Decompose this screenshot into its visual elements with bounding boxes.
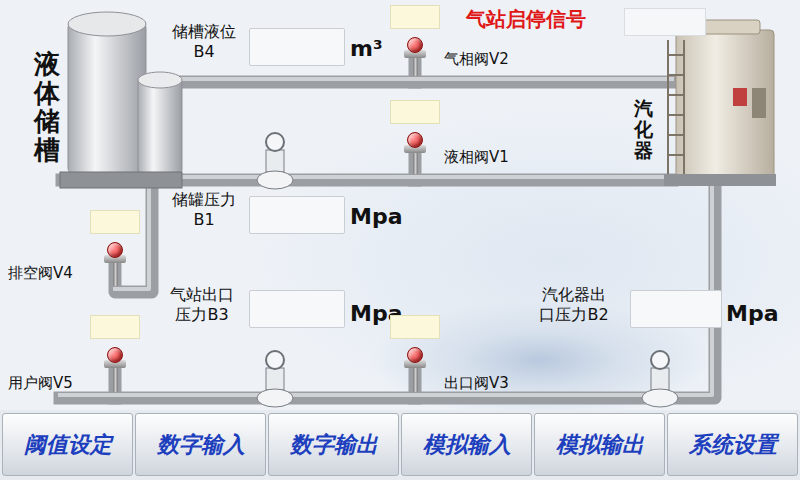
pipes — [60, 62, 715, 398]
reading-label-line: 压力B3 — [156, 305, 248, 325]
reading-label-line: B1 — [160, 210, 248, 230]
reading-field — [249, 196, 345, 234]
reading-label: 储槽液位B4 — [160, 22, 248, 62]
reading-unit: m³ — [350, 32, 383, 65]
reading-unit: Mpa — [726, 297, 779, 330]
reading-label: 汽化器出口压力B2 — [522, 285, 626, 325]
flow-meter-icon — [642, 351, 678, 407]
nav-button-label: 模拟输出 — [556, 428, 644, 461]
valve-indicator[interactable] — [407, 37, 423, 53]
valve-status-box — [390, 315, 440, 339]
reading-label-line: 气站出口 — [156, 285, 248, 305]
reading-label-line: 储槽液位 — [160, 22, 248, 42]
nav-button-label: 系统设置 — [689, 428, 777, 461]
hmi-screen: 液体储槽 汽化器 气站启停信号储槽液位B4 m³ 储罐压力B1 Mpa 气站出口压力B3 Mp… — [0, 0, 800, 480]
start-stop-signal-label: 气站启停信号 — [466, 4, 586, 34]
reading-label-line: 汽化器出 — [522, 285, 626, 305]
valve-status-box — [90, 315, 140, 339]
valve-indicator[interactable] — [107, 242, 123, 258]
nav-button[interactable]: 模拟输出 — [534, 413, 665, 476]
flow-meter-icon — [257, 133, 293, 189]
nav-button-label: 数字输出 — [290, 428, 378, 461]
valve-status-box — [90, 210, 140, 234]
reading-unit: Mpa — [350, 200, 403, 233]
tank-label: 液体储槽 — [34, 50, 60, 164]
reading-label-line: 储罐压力 — [160, 190, 248, 210]
reading-field — [249, 290, 345, 328]
reading-field — [249, 28, 345, 66]
reading-label: 气站出口压力B3 — [156, 285, 248, 325]
valve-indicator[interactable] — [407, 132, 423, 148]
reading-label-line: 口压力B2 — [522, 305, 626, 325]
nav-button-label: 模拟输入 — [423, 428, 511, 461]
valve-indicator[interactable] — [107, 347, 123, 363]
nav-button[interactable]: 阈值设定 — [2, 413, 133, 476]
flow-meter-icon — [257, 351, 293, 407]
vaporizer-label: 汽化器 — [634, 98, 653, 161]
reading-label-line: B4 — [160, 42, 248, 62]
nav-button[interactable]: 数字输出 — [268, 413, 399, 476]
reading-field — [630, 290, 722, 328]
start-stop-signal-field — [624, 8, 706, 36]
valve-indicator[interactable] — [407, 347, 423, 363]
valve-label: 气相阀V2 — [444, 48, 509, 71]
vaporizer-icon — [664, 20, 776, 186]
nav-button[interactable]: 模拟输入 — [401, 413, 532, 476]
nav-button[interactable]: 数字输入 — [135, 413, 266, 476]
valve-label: 排空阀V4 — [8, 262, 73, 285]
valve-label: 用户阀V5 — [8, 372, 73, 395]
valve-label: 液相阀V1 — [444, 146, 509, 169]
valve-status-box — [390, 5, 440, 29]
valve-status-box — [390, 100, 440, 124]
nav-button-label: 阈值设定 — [24, 428, 112, 461]
valve-label: 出口阀V3 — [444, 372, 509, 395]
bottom-nav: 阈值设定 数字输入 数字输出 模拟输入 模拟输出 系统设置 — [0, 410, 800, 480]
process-diagram: 液体储槽 汽化器 气站启停信号储槽液位B4 m³ 储罐压力B1 Mpa 气站出口压力B3 Mp… — [0, 0, 800, 410]
reading-label: 储罐压力B1 — [160, 190, 248, 230]
nav-button[interactable]: 系统设置 — [667, 413, 798, 476]
storage-tank-icon — [60, 12, 182, 188]
nav-button-label: 数字输入 — [157, 428, 245, 461]
